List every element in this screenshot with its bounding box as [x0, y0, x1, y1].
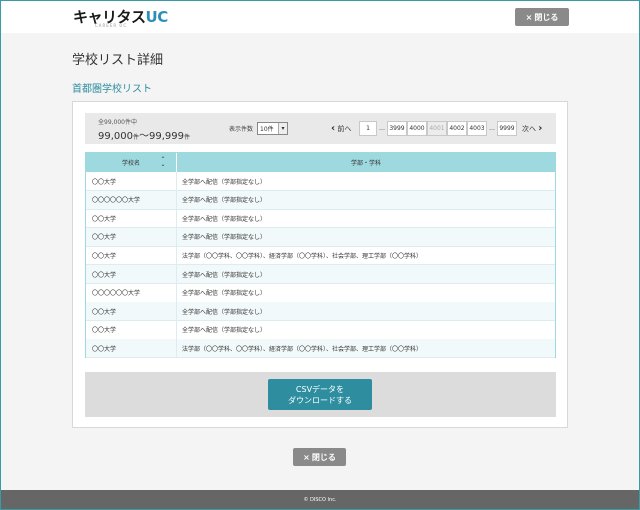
- close-label: 閉じる: [534, 12, 559, 22]
- logo-accent: UC: [145, 8, 169, 26]
- cell-faculty: 全学部へ配信（学部指定なし）: [182, 197, 267, 205]
- cell-school: 〇〇大学: [86, 172, 177, 190]
- cell-faculty: 全学部へ配信（学部指定なし）: [182, 290, 267, 298]
- next-label: 次へ: [522, 124, 536, 133]
- next-page-link[interactable]: 次へ ›: [522, 121, 542, 136]
- page-button-current: 4001: [427, 121, 447, 136]
- cell-faculty: 全学部へ配信（学部指定なし）: [182, 178, 267, 186]
- range-sep: ～: [139, 131, 150, 142]
- range-start: 99,000: [98, 131, 133, 142]
- total-count: 全99,000件中: [98, 119, 137, 126]
- cell-school: 〇〇大学: [86, 320, 177, 339]
- prev-label: 前へ: [337, 124, 352, 133]
- cell-school: 〇〇大学: [86, 246, 177, 265]
- page-ellipsis: …: [379, 125, 385, 132]
- page-title: 学校リスト詳細: [72, 53, 164, 68]
- col-school-label: 学校名: [121, 160, 140, 167]
- page-button[interactable]: 1: [359, 121, 377, 136]
- table-row: 〇〇大学 法学部（〇〇学科、〇〇学科）、経済学部（〇〇学科）、社会学部、理工学部（…: [86, 246, 555, 266]
- cell-faculty: 法学部（〇〇学科、〇〇学科）、経済学部（〇〇学科）、社会学部、理工学部（〇〇学科…: [182, 345, 423, 353]
- cell-school: 〇〇大学: [86, 209, 177, 228]
- close-button-top[interactable]: × 閉じる: [515, 8, 569, 26]
- table-row: 〇〇大学 全学部へ配信（学部指定なし）: [86, 265, 555, 284]
- cell-faculty: 全学部へ配信（学部指定なし）: [182, 234, 267, 242]
- perpage-label: 表示件数: [229, 126, 254, 133]
- close-label: 閉じる: [311, 452, 336, 462]
- result-range: 99,000件～99,999件: [98, 127, 190, 142]
- table-row: 〇〇大学 全学部へ配信（学部指定なし）: [86, 302, 555, 322]
- prev-page-link[interactable]: ‹ 前へ: [331, 121, 351, 136]
- table-header: 学校名 ⌃ ⌄ 学部・学科: [86, 153, 555, 172]
- table-row: 〇〇大学 全学部へ配信（学部指定なし）: [86, 172, 555, 191]
- range-end-unit: 件: [184, 134, 191, 141]
- table-row: 〇〇大学 全学部へ配信（学部指定なし）: [86, 227, 555, 247]
- close-icon: ×: [525, 12, 533, 22]
- cell-faculty: 法学部（〇〇学科、〇〇学科）、経済学部（〇〇学科）、社会学部、理工学部（〇〇学科…: [182, 252, 423, 260]
- cell-faculty: 全学部へ配信（学部指定なし）: [182, 271, 267, 279]
- page-button[interactable]: 9999: [497, 121, 517, 136]
- page-ellipsis: …: [489, 125, 495, 132]
- perpage-value: 10件: [260, 126, 274, 133]
- table-row: 〇〇大学 全学部へ配信（学部指定なし）: [86, 320, 555, 340]
- table-row: 〇〇大学 全学部へ配信（学部指定なし）: [86, 209, 555, 229]
- sort-icon[interactable]: ⌃ ⌄: [159, 157, 167, 168]
- chevron-left-icon: ‹: [331, 123, 336, 134]
- csv-line2: ダウンロードする: [288, 395, 352, 405]
- close-icon: ×: [303, 452, 310, 462]
- table-row: 〇〇〇〇〇〇大学 全学部へ配信（学部指定なし）: [86, 190, 555, 210]
- school-table: 学校名 ⌃ ⌄ 学部・学科 〇〇大学 全学部へ配信（学部指定なし） 〇〇〇〇〇〇大学全…: [85, 152, 556, 359]
- chevron-right-icon: ›: [538, 123, 543, 134]
- chevron-down-icon: ▾: [278, 123, 287, 134]
- cell-school: 〇〇〇〇〇〇大学: [86, 283, 177, 302]
- csv-download-button[interactable]: CSVデータを ダウンロードする: [268, 379, 372, 410]
- cell-school: 〇〇大学: [86, 227, 177, 246]
- cell-school: 〇〇〇〇〇〇大学: [86, 190, 177, 209]
- cell-school: 〇〇大学: [86, 302, 177, 321]
- logo-subtext: CAREER UC: [95, 23, 128, 28]
- cell-school: 〇〇大学: [86, 265, 177, 283]
- col-faculty-label: 学部・学科: [350, 160, 381, 167]
- col-header-faculty: 学部・学科: [177, 153, 555, 172]
- page-button[interactable]: 4003: [467, 121, 487, 136]
- close-button-bottom[interactable]: × 閉じる: [293, 448, 346, 466]
- perpage-select[interactable]: 10件 ▾: [257, 122, 288, 135]
- section-title: 首都圏学校リスト: [72, 84, 152, 95]
- cell-school: 〇〇大学: [86, 339, 177, 358]
- page-button[interactable]: 4002: [447, 121, 467, 136]
- page-button[interactable]: 3999: [387, 121, 407, 136]
- csv-line1: CSVデータを: [295, 384, 345, 394]
- cell-faculty: 全学部へ配信（学部指定なし）: [182, 308, 267, 316]
- copyright: © DISCO Inc.: [303, 496, 337, 503]
- cell-faculty: 全学部へ配信（学部指定なし）: [182, 215, 267, 223]
- table-row: 〇〇〇〇〇〇大学 全学部へ配信（学部指定なし）: [86, 283, 555, 303]
- table-row: 〇〇大学 法学部（〇〇学科、〇〇学科）、経済学部（〇〇学科）、社会学部、理工学部（…: [86, 339, 555, 359]
- page-button[interactable]: 4000: [407, 121, 427, 136]
- cell-faculty: 全学部へ配信（学部指定なし）: [182, 327, 267, 335]
- range-end: 99,999: [149, 131, 185, 142]
- site-footer: © DISCO Inc.: [1, 490, 639, 509]
